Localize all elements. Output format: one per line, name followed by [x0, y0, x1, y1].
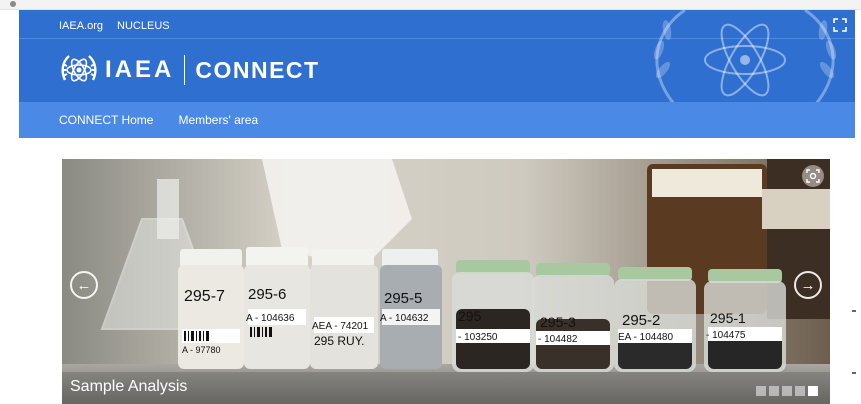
jar-2-code: - 104482: [538, 334, 578, 345]
decorative-wreath-icon: [653, 10, 837, 102]
brand-logo-link[interactable]: IAEA CONNECT: [59, 50, 320, 90]
lock-icon: [10, 1, 16, 7]
bottle-2-label: 295-6: [248, 286, 286, 303]
carousel-dot-3[interactable]: [782, 386, 792, 396]
top-link-nucleus[interactable]: NUCLEUS: [117, 16, 170, 36]
plastic-bottle-2: 295-6 A - 104636: [244, 247, 310, 369]
nav-item-connect-home[interactable]: CONNECT Home: [59, 113, 153, 127]
jar-3-code: EA - 104480: [618, 332, 673, 343]
brand-separator: [184, 55, 186, 85]
site-header: IAEA.org NUCLEUS IAEA CONNECT: [19, 10, 855, 102]
bottle-1-label: 295-7: [184, 288, 225, 305]
jar-4-code: - 104475: [706, 330, 746, 341]
edge-fragment: [852, 310, 856, 312]
iaea-atom-logo-icon: [61, 55, 97, 82]
plastic-bottle-3: AEA - 74201 295 RUY.: [310, 249, 378, 369]
browser-address-bar: [0, 0, 861, 10]
jar-3-label: 295-2: [622, 312, 660, 329]
jar-1-label: 295: [458, 308, 482, 324]
glass-jar-3: 295-2 EA - 104480: [614, 267, 696, 372]
jar-1-code: - 103250: [458, 332, 498, 343]
carousel-dot-1[interactable]: [756, 386, 766, 396]
brand-name: IAEA: [105, 56, 175, 83]
bottle-2-code: A - 104636: [246, 313, 295, 324]
nav-item-members-area[interactable]: Members' area: [178, 113, 258, 127]
image-carousel: 295-7 A - 97780 295-6 A - 104636 AEA - 7…: [62, 159, 830, 404]
glass-jar-4: 295-1 - 104475: [704, 269, 786, 372]
zoom-icon[interactable]: [802, 165, 824, 187]
fullscreen-icon[interactable]: [833, 18, 847, 32]
top-link-iaea-org[interactable]: IAEA.org: [59, 16, 103, 36]
main-nav: CONNECT Home Members' area: [19, 102, 855, 138]
slide-caption: Sample Analysis: [70, 378, 188, 395]
carousel-dot-2[interactable]: [769, 386, 779, 396]
carousel-pagination: [756, 386, 818, 396]
bottle-4-label: 295-5: [384, 290, 422, 307]
jar-2-label: 295-3: [540, 314, 576, 330]
plastic-bottle-4: 295-5 A - 104632: [380, 249, 442, 369]
plastic-bottle-1: 295-7 A - 97780: [178, 249, 244, 369]
bottle-1-code: A - 97780: [182, 345, 221, 355]
carousel-next-button[interactable]: →: [794, 271, 822, 299]
bottle-3-code: AEA - 74201: [312, 321, 369, 332]
glass-jar-1: 295 - 103250: [452, 260, 534, 372]
sample-analysis-photo: 295-7 A - 97780 295-6 A - 104636 AEA - 7…: [62, 159, 830, 404]
arrow-right-icon: →: [800, 276, 816, 294]
carousel-dot-5[interactable]: [808, 386, 818, 396]
top-nav: IAEA.org NUCLEUS: [59, 16, 170, 36]
jar-4-label: 295-1: [710, 310, 746, 326]
carousel-prev-button[interactable]: ←: [70, 271, 98, 299]
bottle-3-label: 295 RUY.: [314, 334, 364, 348]
slide-caption-bar: Sample Analysis: [62, 372, 830, 404]
brand-product: CONNECT: [195, 56, 320, 83]
arrow-left-icon: ←: [76, 276, 92, 294]
glass-jar-2: 295-3 - 104482: [532, 263, 614, 372]
carousel-dot-4[interactable]: [795, 386, 805, 396]
bottle-4-code: A - 104632: [380, 313, 429, 324]
edge-fragment: [852, 372, 856, 374]
